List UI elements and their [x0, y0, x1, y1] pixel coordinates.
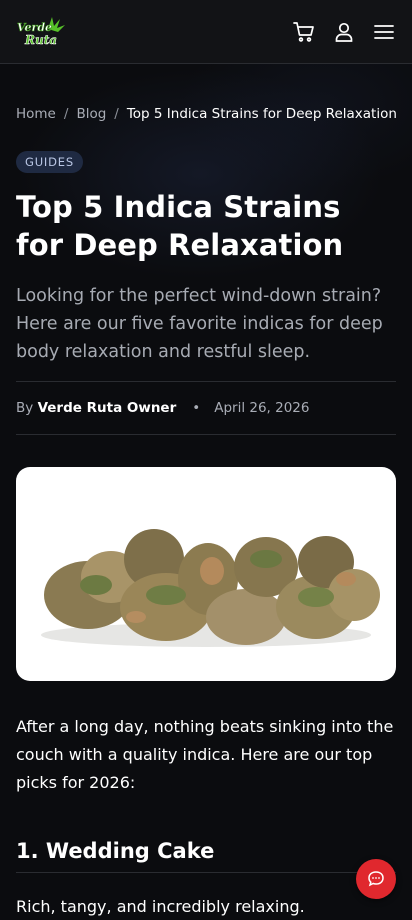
publish-date: April 26, 2026 [214, 400, 310, 416]
breadcrumb-home[interactable]: Home [16, 106, 56, 122]
by-label: By [16, 400, 34, 416]
category-badge[interactable]: GUIDES [16, 151, 83, 173]
breadcrumb-separator: / [114, 106, 119, 122]
cannabis-buds-image [41, 529, 380, 647]
user-icon[interactable] [332, 20, 356, 44]
logo[interactable]: Verde Ruta [16, 15, 66, 49]
breadcrumb-current: Top 5 Indica Strains for Deep Relaxation [126, 106, 397, 122]
logo-text-2: Ruta [24, 33, 57, 47]
article-subtitle: Looking for the perfect wind-down strain… [16, 286, 383, 362]
breadcrumb-separator: / [63, 106, 69, 122]
section-heading: 1. Wedding Cake [16, 836, 396, 873]
hero-image [16, 467, 396, 681]
breadcrumb-blog[interactable]: Blog [76, 106, 106, 122]
section-text: Rich, tangy, and incredibly relaxing. [16, 897, 305, 916]
article-meta: By Verde Ruta Owner • April 26, 2026 [16, 381, 396, 435]
menu-icon[interactable] [372, 20, 396, 44]
meta-separator: • [192, 400, 201, 416]
cart-icon[interactable] [292, 20, 316, 44]
article-title: Top 5 Indica Strains for Deep Relaxation [16, 190, 344, 262]
site-header: Verde Ruta [0, 0, 412, 64]
chat-button[interactable] [356, 859, 396, 899]
chat-icon [368, 871, 384, 887]
article-intro: After a long day, nothing beats sinking … [16, 717, 394, 792]
author-name: Verde Ruta Owner [37, 400, 177, 416]
breadcrumb: Home / Blog / Top 5 Indica Strains for Deep … [16, 106, 406, 122]
